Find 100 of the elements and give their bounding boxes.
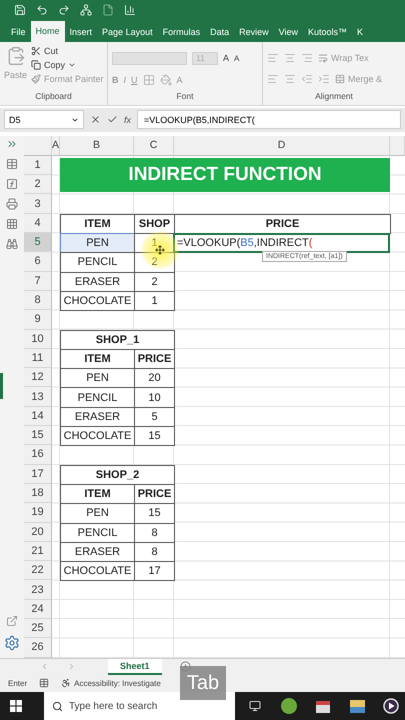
row-header[interactable]: 12 [24, 368, 52, 388]
shrink-font-button[interactable]: A [234, 54, 240, 63]
binoculars-icon[interactable] [6, 238, 18, 250]
bar-chart-icon[interactable] [124, 4, 136, 16]
table-cell: 17 [134, 561, 175, 582]
table-caption: SHOP_2 [60, 464, 175, 485]
table-cell: ERASER [60, 272, 135, 292]
copy-button[interactable]: Copy [31, 60, 104, 70]
grid-icon[interactable] [6, 218, 18, 230]
photos-app-icon[interactable] [350, 700, 365, 712]
row-header[interactable]: 19 [24, 503, 52, 522]
merge-cells-icon [335, 74, 345, 84]
search-icon [52, 700, 63, 712]
formula-field[interactable]: =VLOOKUP(B5,INDIRECT( [137, 110, 401, 130]
row-header[interactable]: 10 [24, 330, 52, 349]
paintbrush-icon [31, 74, 42, 84]
table-cell: PEN [60, 368, 135, 388]
table-cell: CHOCOLATE [60, 561, 135, 582]
sheet-title: INDIRECT FUNCTION [60, 158, 390, 192]
ribbon-tab[interactable]: Kutools™ [303, 22, 352, 42]
ribbon-tab[interactable]: Insert [64, 22, 98, 42]
column-heading-cell: PRICE [174, 214, 391, 234]
name-box[interactable]: D5 [4, 110, 84, 130]
hierarchy-icon[interactable] [80, 4, 92, 16]
row-header[interactable]: 14 [24, 406, 52, 426]
close-icon[interactable] [90, 114, 101, 126]
insert-function-button[interactable]: fx [124, 114, 132, 125]
ribbon-tab[interactable]: Review [234, 22, 274, 42]
table-cell: 2 [134, 252, 175, 273]
table-cell: PEN [60, 233, 135, 254]
row-header[interactable]: 9 [24, 310, 52, 330]
table-cell: 8 [134, 522, 175, 543]
row-header[interactable]: 8 [24, 290, 52, 310]
grow-font-button[interactable]: A [223, 53, 230, 64]
row-header[interactable]: 18 [24, 484, 52, 504]
row-header[interactable]: 23 [24, 580, 52, 600]
external-link-icon[interactable] [6, 614, 18, 627]
windows-start-icon[interactable] [10, 700, 22, 712]
row-header[interactable]: 2 [24, 175, 52, 194]
row-header[interactable]: 21 [24, 542, 52, 562]
table-cell: 5 [134, 406, 175, 428]
row-header[interactable]: 6 [24, 252, 52, 272]
ribbon-tab[interactable]: File [6, 22, 31, 42]
formula-text: ,INDIRECT [254, 237, 309, 250]
table-cell: 20 [134, 368, 175, 388]
ribbon-tab[interactable]: Data [205, 22, 234, 42]
ribbon-tab[interactable]: Formulas [158, 22, 206, 42]
ribbon-tab[interactable]: Home [30, 20, 65, 42]
row-header[interactable]: 11 [24, 348, 52, 368]
sheet-tab[interactable]: Sheet1 [108, 658, 162, 675]
document-icon[interactable] [102, 4, 114, 16]
save-icon[interactable] [14, 4, 26, 16]
row-header[interactable]: 15 [24, 426, 52, 446]
table-cell: 2 [134, 272, 175, 292]
undo-icon[interactable] [36, 4, 48, 16]
column-heading-cell: ITEM [60, 214, 135, 234]
status-mode: Enter [8, 678, 28, 688]
table-cell: PENCIL [60, 387, 135, 408]
row-header[interactable]: 17 [24, 464, 52, 484]
table-cell: 1 [134, 290, 175, 312]
ribbon-tab[interactable]: Page Layout [97, 22, 158, 42]
row-header[interactable]: 13 [24, 387, 52, 407]
row-header[interactable]: 20 [24, 522, 52, 542]
row-header[interactable]: 22 [24, 561, 52, 580]
settings-icon[interactable] [4, 634, 20, 651]
media-player-icon[interactable] [383, 698, 400, 714]
row-header[interactable]: 16 [24, 445, 52, 465]
move-cursor-icon [155, 244, 165, 255]
column-header[interactable]: C [134, 136, 174, 156]
redo-icon[interactable] [58, 4, 70, 16]
ribbon-tab[interactable]: K [352, 22, 368, 42]
function-icon[interactable] [6, 178, 18, 190]
calendar-app-icon[interactable] [316, 699, 330, 713]
fill-color-icon[interactable] [160, 74, 172, 86]
table-cell: 15 [134, 503, 175, 524]
row-header[interactable]: 24 [24, 600, 52, 619]
row-header[interactable]: 26 [24, 638, 52, 658]
row-header[interactable]: 4 [24, 214, 52, 234]
table-cell: PENCIL [60, 252, 135, 273]
row-header[interactable]: 1 [24, 156, 52, 176]
column-header[interactable]: B [60, 136, 134, 156]
active-cell-editor[interactable]: =VLOOKUP(B5,INDIRECT( [173, 233, 390, 254]
table-icon[interactable] [6, 158, 18, 170]
table-cell: CHOCOLATE [60, 290, 135, 312]
table-cell: 15 [134, 426, 175, 446]
ribbon-tab[interactable]: View [274, 22, 303, 42]
cut-button[interactable]: Cut [31, 46, 104, 56]
group-label: Alignment [314, 90, 354, 103]
printer-icon[interactable] [6, 198, 18, 210]
table-cell: 10 [134, 387, 175, 408]
font-name-field[interactable] [112, 52, 187, 65]
column-header[interactable]: D [174, 136, 390, 156]
row-header[interactable]: 25 [24, 618, 52, 638]
row-header[interactable]: 7 [24, 272, 52, 291]
row-header[interactable]: 5 [24, 233, 52, 252]
table-cell: PENCIL [60, 522, 135, 543]
row-header[interactable]: 3 [24, 194, 52, 214]
column-header[interactable]: A [52, 136, 60, 156]
taskbar-search-field[interactable]: Type here to search [44, 692, 236, 720]
accessibility-status[interactable]: Accessibility: Investigate [61, 678, 161, 688]
